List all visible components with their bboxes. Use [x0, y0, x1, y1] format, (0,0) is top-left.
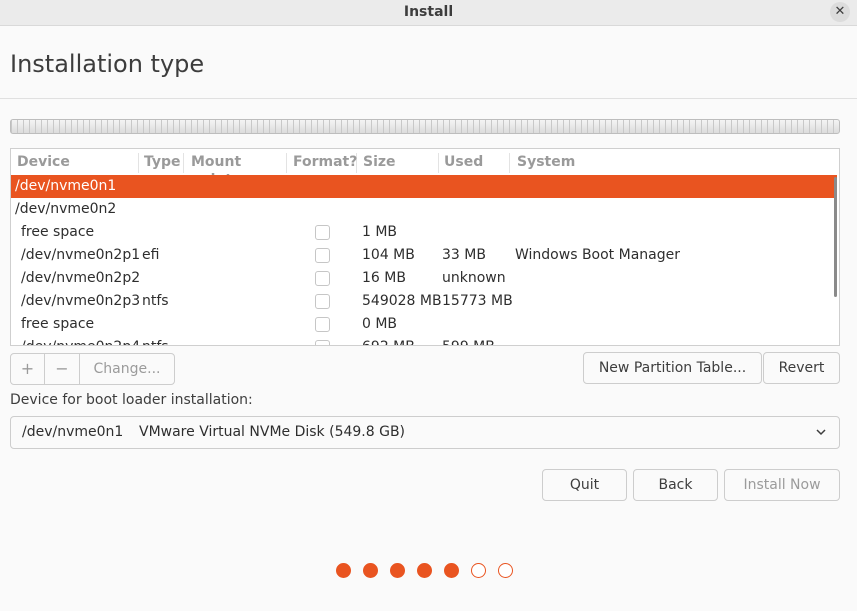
- cell-device: /dev/nvme0n2p3: [21, 293, 141, 309]
- cell-type: ntfs: [142, 293, 169, 309]
- cell-size: 1 MB: [362, 224, 398, 240]
- format-checkbox[interactable]: [315, 248, 330, 263]
- partition-button-group: + − Change...: [10, 353, 175, 385]
- cell-device: free space: [21, 316, 95, 332]
- column-header-device[interactable]: Device: [17, 153, 139, 173]
- add-partition-button[interactable]: +: [10, 353, 45, 385]
- cell-used: 599 MB: [442, 336, 495, 345]
- title-bar: Install ✕: [0, 0, 857, 26]
- cell-device: /dev/nvme0n2p2: [21, 270, 141, 286]
- close-icon[interactable]: ✕: [830, 2, 850, 22]
- cell-device: /dev/nvme0n1: [15, 178, 117, 194]
- step-dot: [498, 563, 513, 578]
- step-dot: [471, 563, 486, 578]
- column-header-size[interactable]: Size: [363, 153, 439, 173]
- cell-type: efi: [142, 247, 160, 263]
- table-row[interactable]: /dev/nvme0n2p2 16 MB unknown: [11, 267, 837, 290]
- bootloader-label: Device for boot loader installation:: [10, 392, 253, 408]
- disk-usage-bar: [10, 119, 840, 134]
- table-row[interactable]: free space 1 MB: [11, 221, 837, 244]
- window-title: Install: [403, 4, 454, 20]
- step-progress-indicator: [336, 563, 526, 579]
- table-row[interactable]: /dev/nvme0n2p3 ntfs 549028 MB 15773 MB: [11, 290, 837, 313]
- install-now-button[interactable]: Install Now: [724, 469, 840, 501]
- step-dot: [444, 563, 459, 578]
- step-dot: [390, 563, 405, 578]
- quit-button[interactable]: Quit: [542, 469, 627, 501]
- format-checkbox[interactable]: [315, 225, 330, 240]
- column-header-mount-point[interactable]: Mount point: [191, 153, 287, 188]
- cell-device: /dev/nvme0n2p4: [21, 336, 140, 345]
- bootloader-device-select[interactable]: /dev/nvme0n1 VMware Virtual NVMe Disk (5…: [10, 416, 840, 449]
- bootloader-device: /dev/nvme0n1: [22, 424, 124, 440]
- bootloader-device-description: VMware Virtual NVMe Disk (549.8 GB): [139, 424, 406, 440]
- table-header: Device Type Mount point Format? Size Use…: [11, 149, 839, 188]
- remove-partition-button[interactable]: −: [44, 353, 80, 385]
- column-header-used[interactable]: Used: [444, 153, 510, 173]
- step-dot: [417, 563, 432, 578]
- cell-system: Windows Boot Manager: [515, 247, 680, 263]
- step-dot: [363, 563, 378, 578]
- cell-size: 692 MB: [362, 336, 415, 345]
- format-checkbox[interactable]: [315, 317, 330, 332]
- new-partition-table-button[interactable]: New Partition Table...: [583, 352, 762, 384]
- cell-device: free space: [21, 224, 95, 240]
- divider: [0, 98, 857, 99]
- column-header-format[interactable]: Format?: [293, 153, 357, 173]
- format-checkbox[interactable]: [315, 271, 330, 286]
- back-button[interactable]: Back: [633, 469, 718, 501]
- cell-device: /dev/nvme0n2p1: [21, 247, 141, 263]
- table-row[interactable]: /dev/nvme0n1: [11, 175, 837, 198]
- format-checkbox[interactable]: [315, 340, 330, 345]
- table-scrollbar[interactable]: [834, 177, 837, 297]
- cell-used: 33 MB: [442, 247, 486, 263]
- partition-table[interactable]: Device Type Mount point Format? Size Use…: [10, 148, 840, 346]
- cell-device: /dev/nvme0n2: [15, 201, 117, 217]
- cell-size: 0 MB: [362, 316, 398, 332]
- chevron-down-icon: [816, 429, 826, 436]
- cell-size: 549028 MB: [362, 293, 442, 309]
- step-dot: [336, 563, 351, 578]
- column-header-system[interactable]: System: [517, 153, 637, 173]
- column-header-type[interactable]: Type: [144, 153, 184, 173]
- cell-size: 104 MB: [362, 247, 415, 263]
- table-row[interactable]: /dev/nvme0n2: [11, 198, 837, 221]
- table-row[interactable]: /dev/nvme0n2p4ntfs 692 MB 599 MB: [11, 336, 837, 345]
- page-title: Installation type: [10, 50, 205, 78]
- table-row[interactable]: free space 0 MB: [11, 313, 837, 336]
- change-partition-button[interactable]: Change...: [79, 353, 175, 385]
- cell-used: 15773 MB: [442, 293, 513, 309]
- cell-size: 16 MB: [362, 270, 406, 286]
- cell-used: unknown: [442, 270, 506, 286]
- format-checkbox[interactable]: [315, 294, 330, 309]
- cell-type: ntfs: [142, 336, 169, 345]
- table-row[interactable]: /dev/nvme0n2p1 efi 104 MB 33 MB Windows Boot…: [11, 244, 837, 267]
- revert-button[interactable]: Revert: [763, 352, 840, 384]
